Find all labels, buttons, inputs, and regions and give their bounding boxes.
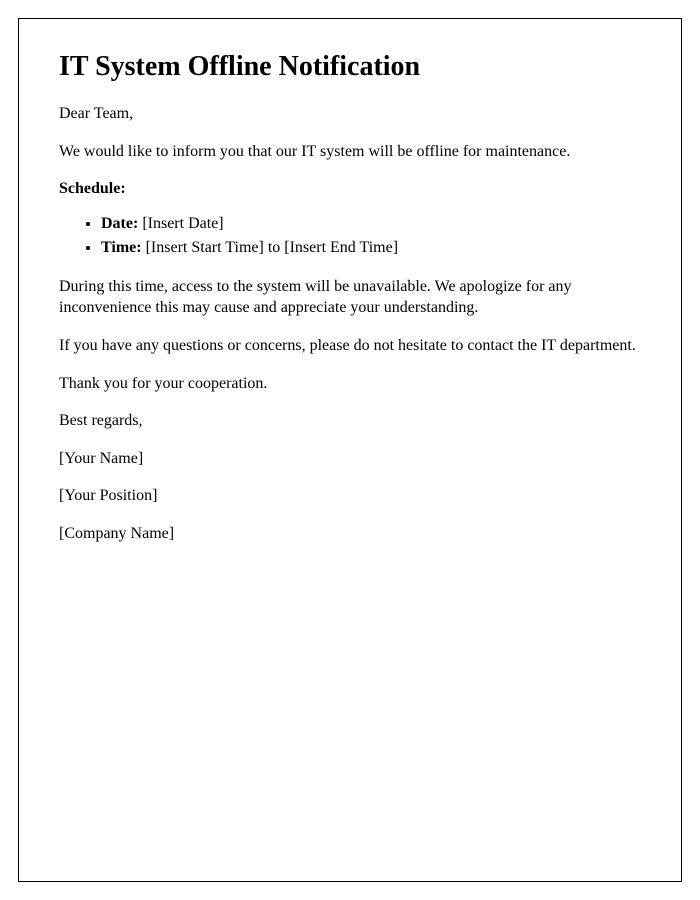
- closing-text: Best regards,: [59, 410, 641, 432]
- signature-name: [Your Name]: [59, 448, 641, 470]
- schedule-heading: Schedule:: [59, 178, 641, 200]
- schedule-list: Date: [Insert Date] Time: [Insert Start …: [101, 212, 641, 260]
- thanks-text: Thank you for your cooperation.: [59, 373, 641, 395]
- time-label: Time:: [101, 239, 142, 256]
- body-paragraph-1: During this time, access to the system w…: [59, 276, 641, 319]
- greeting-text: Dear Team,: [59, 103, 641, 125]
- signature-company: [Company Name]: [59, 523, 641, 545]
- date-value: [Insert Date]: [138, 215, 223, 232]
- body-paragraph-2: If you have any questions or concerns, p…: [59, 335, 641, 357]
- schedule-date-item: Date: [Insert Date]: [101, 212, 641, 236]
- signature-position: [Your Position]: [59, 485, 641, 507]
- document-title: IT System Offline Notification: [59, 51, 641, 83]
- document-container: IT System Offline Notification Dear Team…: [18, 18, 682, 882]
- time-value: [Insert Start Time] to [Insert End Time]: [142, 239, 398, 256]
- date-label: Date:: [101, 215, 138, 232]
- schedule-time-item: Time: [Insert Start Time] to [Insert End…: [101, 236, 641, 260]
- intro-text: We would like to inform you that our IT …: [59, 141, 641, 163]
